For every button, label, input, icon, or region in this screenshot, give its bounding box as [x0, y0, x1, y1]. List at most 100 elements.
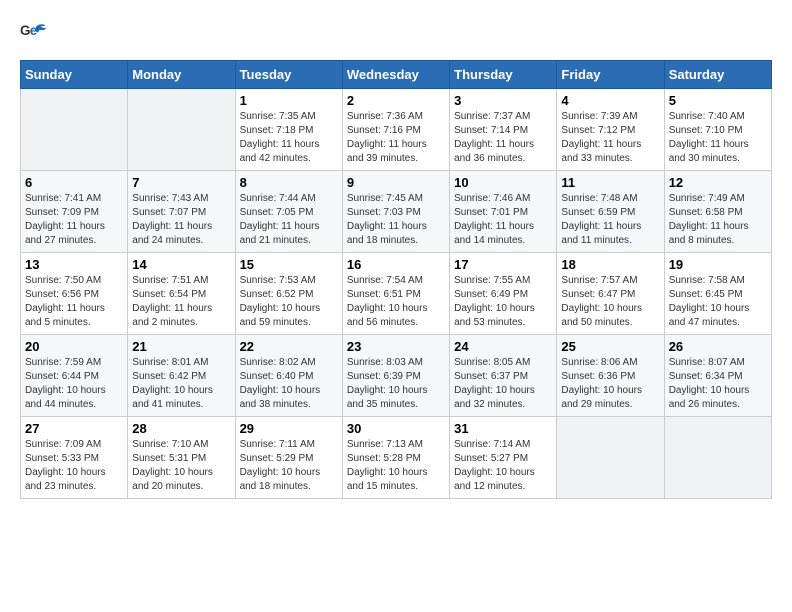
day-info: Sunrise: 7:54 AM Sunset: 6:51 PM Dayligh…	[347, 274, 445, 330]
day-info: Sunrise: 7:53 AM Sunset: 6:52 PM Dayligh…	[240, 274, 338, 330]
day-info: Sunrise: 7:46 AM Sunset: 7:01 PM Dayligh…	[454, 192, 552, 248]
day-info: Sunrise: 7:48 AM Sunset: 6:59 PM Dayligh…	[561, 192, 659, 248]
calendar-week-3: 13 Sunrise: 7:50 AM Sunset: 6:56 PM Dayli…	[21, 253, 772, 335]
calendar-cell: 23 Sunrise: 8:03 AM Sunset: 6:39 PM Dayli…	[342, 335, 449, 417]
day-info: Sunrise: 8:06 AM Sunset: 6:36 PM Dayligh…	[561, 356, 659, 412]
day-number: 12	[669, 175, 767, 190]
day-number: 23	[347, 339, 445, 354]
day-info: Sunrise: 7:49 AM Sunset: 6:58 PM Dayligh…	[669, 192, 767, 248]
day-number: 24	[454, 339, 552, 354]
day-info: Sunrise: 7:40 AM Sunset: 7:10 PM Dayligh…	[669, 110, 767, 166]
calendar-cell: 17 Sunrise: 7:55 AM Sunset: 6:49 PM Dayli…	[450, 253, 557, 335]
day-number: 3	[454, 93, 552, 108]
day-number: 30	[347, 421, 445, 436]
day-info: Sunrise: 7:13 AM Sunset: 5:28 PM Dayligh…	[347, 438, 445, 494]
calendar-week-1: 1 Sunrise: 7:35 AM Sunset: 7:18 PM Daylig…	[21, 89, 772, 171]
logo: G e	[20, 20, 54, 50]
day-number: 31	[454, 421, 552, 436]
day-number: 21	[132, 339, 230, 354]
svg-text:G: G	[20, 23, 31, 38]
calendar-cell	[21, 89, 128, 171]
day-info: Sunrise: 7:41 AM Sunset: 7:09 PM Dayligh…	[25, 192, 123, 248]
calendar-cell: 11 Sunrise: 7:48 AM Sunset: 6:59 PM Dayli…	[557, 171, 664, 253]
day-info: Sunrise: 7:14 AM Sunset: 5:27 PM Dayligh…	[454, 438, 552, 494]
day-number: 18	[561, 257, 659, 272]
day-info: Sunrise: 7:50 AM Sunset: 6:56 PM Dayligh…	[25, 274, 123, 330]
day-info: Sunrise: 7:44 AM Sunset: 7:05 PM Dayligh…	[240, 192, 338, 248]
day-number: 4	[561, 93, 659, 108]
day-info: Sunrise: 7:35 AM Sunset: 7:18 PM Dayligh…	[240, 110, 338, 166]
calendar-header-row: SundayMondayTuesdayWednesdayThursdayFrid…	[21, 61, 772, 89]
day-number: 17	[454, 257, 552, 272]
calendar-cell: 2Sunrise: 7:36 AM Sunset: 7:16 PM Daylig…	[342, 89, 449, 171]
day-info: Sunrise: 7:43 AM Sunset: 7:07 PM Dayligh…	[132, 192, 230, 248]
calendar-cell: 18 Sunrise: 7:57 AM Sunset: 6:47 PM Dayli…	[557, 253, 664, 335]
calendar-cell	[664, 417, 771, 499]
day-number: 26	[669, 339, 767, 354]
page-header: G e	[20, 20, 772, 50]
day-number: 29	[240, 421, 338, 436]
day-number: 11	[561, 175, 659, 190]
day-info: Sunrise: 7:55 AM Sunset: 6:49 PM Dayligh…	[454, 274, 552, 330]
day-number: 19	[669, 257, 767, 272]
calendar-cell: 12 Sunrise: 7:49 AM Sunset: 6:58 PM Dayli…	[664, 171, 771, 253]
weekday-header-sunday: Sunday	[21, 61, 128, 89]
calendar-cell: 24 Sunrise: 8:05 AM Sunset: 6:37 PM Dayli…	[450, 335, 557, 417]
calendar-cell: 6 Sunrise: 7:41 AM Sunset: 7:09 PM Daylig…	[21, 171, 128, 253]
calendar-week-2: 6 Sunrise: 7:41 AM Sunset: 7:09 PM Daylig…	[21, 171, 772, 253]
calendar-cell: 22 Sunrise: 8:02 AM Sunset: 6:40 PM Dayli…	[235, 335, 342, 417]
calendar-cell: 25Sunrise: 8:06 AM Sunset: 6:36 PM Dayli…	[557, 335, 664, 417]
calendar-week-5: 27 Sunrise: 7:09 AM Sunset: 5:33 PM Dayli…	[21, 417, 772, 499]
weekday-header-friday: Friday	[557, 61, 664, 89]
day-number: 9	[347, 175, 445, 190]
weekday-header-wednesday: Wednesday	[342, 61, 449, 89]
day-info: Sunrise: 7:51 AM Sunset: 6:54 PM Dayligh…	[132, 274, 230, 330]
weekday-header-monday: Monday	[128, 61, 235, 89]
day-info: Sunrise: 8:03 AM Sunset: 6:39 PM Dayligh…	[347, 356, 445, 412]
calendar-week-4: 20 Sunrise: 7:59 AM Sunset: 6:44 PM Dayli…	[21, 335, 772, 417]
day-info: Sunrise: 8:02 AM Sunset: 6:40 PM Dayligh…	[240, 356, 338, 412]
day-number: 5	[669, 93, 767, 108]
calendar-cell: 14Sunrise: 7:51 AM Sunset: 6:54 PM Dayli…	[128, 253, 235, 335]
day-info: Sunrise: 7:59 AM Sunset: 6:44 PM Dayligh…	[25, 356, 123, 412]
calendar-cell: 8 Sunrise: 7:44 AM Sunset: 7:05 PM Daylig…	[235, 171, 342, 253]
day-number: 28	[132, 421, 230, 436]
weekday-header-thursday: Thursday	[450, 61, 557, 89]
calendar-cell: 5 Sunrise: 7:40 AM Sunset: 7:10 PM Daylig…	[664, 89, 771, 171]
logo-icon: G e	[20, 20, 50, 50]
day-number: 20	[25, 339, 123, 354]
calendar-cell: 4 Sunrise: 7:39 AM Sunset: 7:12 PM Daylig…	[557, 89, 664, 171]
day-number: 27	[25, 421, 123, 436]
calendar-cell: 10 Sunrise: 7:46 AM Sunset: 7:01 PM Dayli…	[450, 171, 557, 253]
calendar-cell	[557, 417, 664, 499]
calendar-cell: 9 Sunrise: 7:45 AM Sunset: 7:03 PM Daylig…	[342, 171, 449, 253]
day-number: 13	[25, 257, 123, 272]
weekday-header-saturday: Saturday	[664, 61, 771, 89]
calendar-cell	[128, 89, 235, 171]
day-info: Sunrise: 7:36 AM Sunset: 7:16 PM Dayligh…	[347, 110, 445, 166]
day-info: Sunrise: 7:45 AM Sunset: 7:03 PM Dayligh…	[347, 192, 445, 248]
day-info: Sunrise: 7:09 AM Sunset: 5:33 PM Dayligh…	[25, 438, 123, 494]
day-number: 10	[454, 175, 552, 190]
calendar-cell: 28Sunrise: 7:10 AM Sunset: 5:31 PM Dayli…	[128, 417, 235, 499]
day-info: Sunrise: 7:57 AM Sunset: 6:47 PM Dayligh…	[561, 274, 659, 330]
day-number: 15	[240, 257, 338, 272]
day-info: Sunrise: 8:01 AM Sunset: 6:42 PM Dayligh…	[132, 356, 230, 412]
day-number: 8	[240, 175, 338, 190]
day-number: 6	[25, 175, 123, 190]
calendar-cell: 21 Sunrise: 8:01 AM Sunset: 6:42 PM Dayli…	[128, 335, 235, 417]
calendar-cell: 13 Sunrise: 7:50 AM Sunset: 6:56 PM Dayli…	[21, 253, 128, 335]
calendar-cell: 27 Sunrise: 7:09 AM Sunset: 5:33 PM Dayli…	[21, 417, 128, 499]
calendar-cell: 30 Sunrise: 7:13 AM Sunset: 5:28 PM Dayli…	[342, 417, 449, 499]
calendar-cell: 19 Sunrise: 7:58 AM Sunset: 6:45 PM Dayli…	[664, 253, 771, 335]
calendar-cell: 26Sunrise: 8:07 AM Sunset: 6:34 PM Dayli…	[664, 335, 771, 417]
day-number: 1	[240, 93, 338, 108]
day-number: 22	[240, 339, 338, 354]
day-info: Sunrise: 8:05 AM Sunset: 6:37 PM Dayligh…	[454, 356, 552, 412]
day-info: Sunrise: 7:58 AM Sunset: 6:45 PM Dayligh…	[669, 274, 767, 330]
calendar-cell: 7Sunrise: 7:43 AM Sunset: 7:07 PM Daylig…	[128, 171, 235, 253]
day-info: Sunrise: 7:39 AM Sunset: 7:12 PM Dayligh…	[561, 110, 659, 166]
calendar-cell: 16Sunrise: 7:54 AM Sunset: 6:51 PM Dayli…	[342, 253, 449, 335]
calendar-cell: 1 Sunrise: 7:35 AM Sunset: 7:18 PM Daylig…	[235, 89, 342, 171]
day-info: Sunrise: 7:11 AM Sunset: 5:29 PM Dayligh…	[240, 438, 338, 494]
